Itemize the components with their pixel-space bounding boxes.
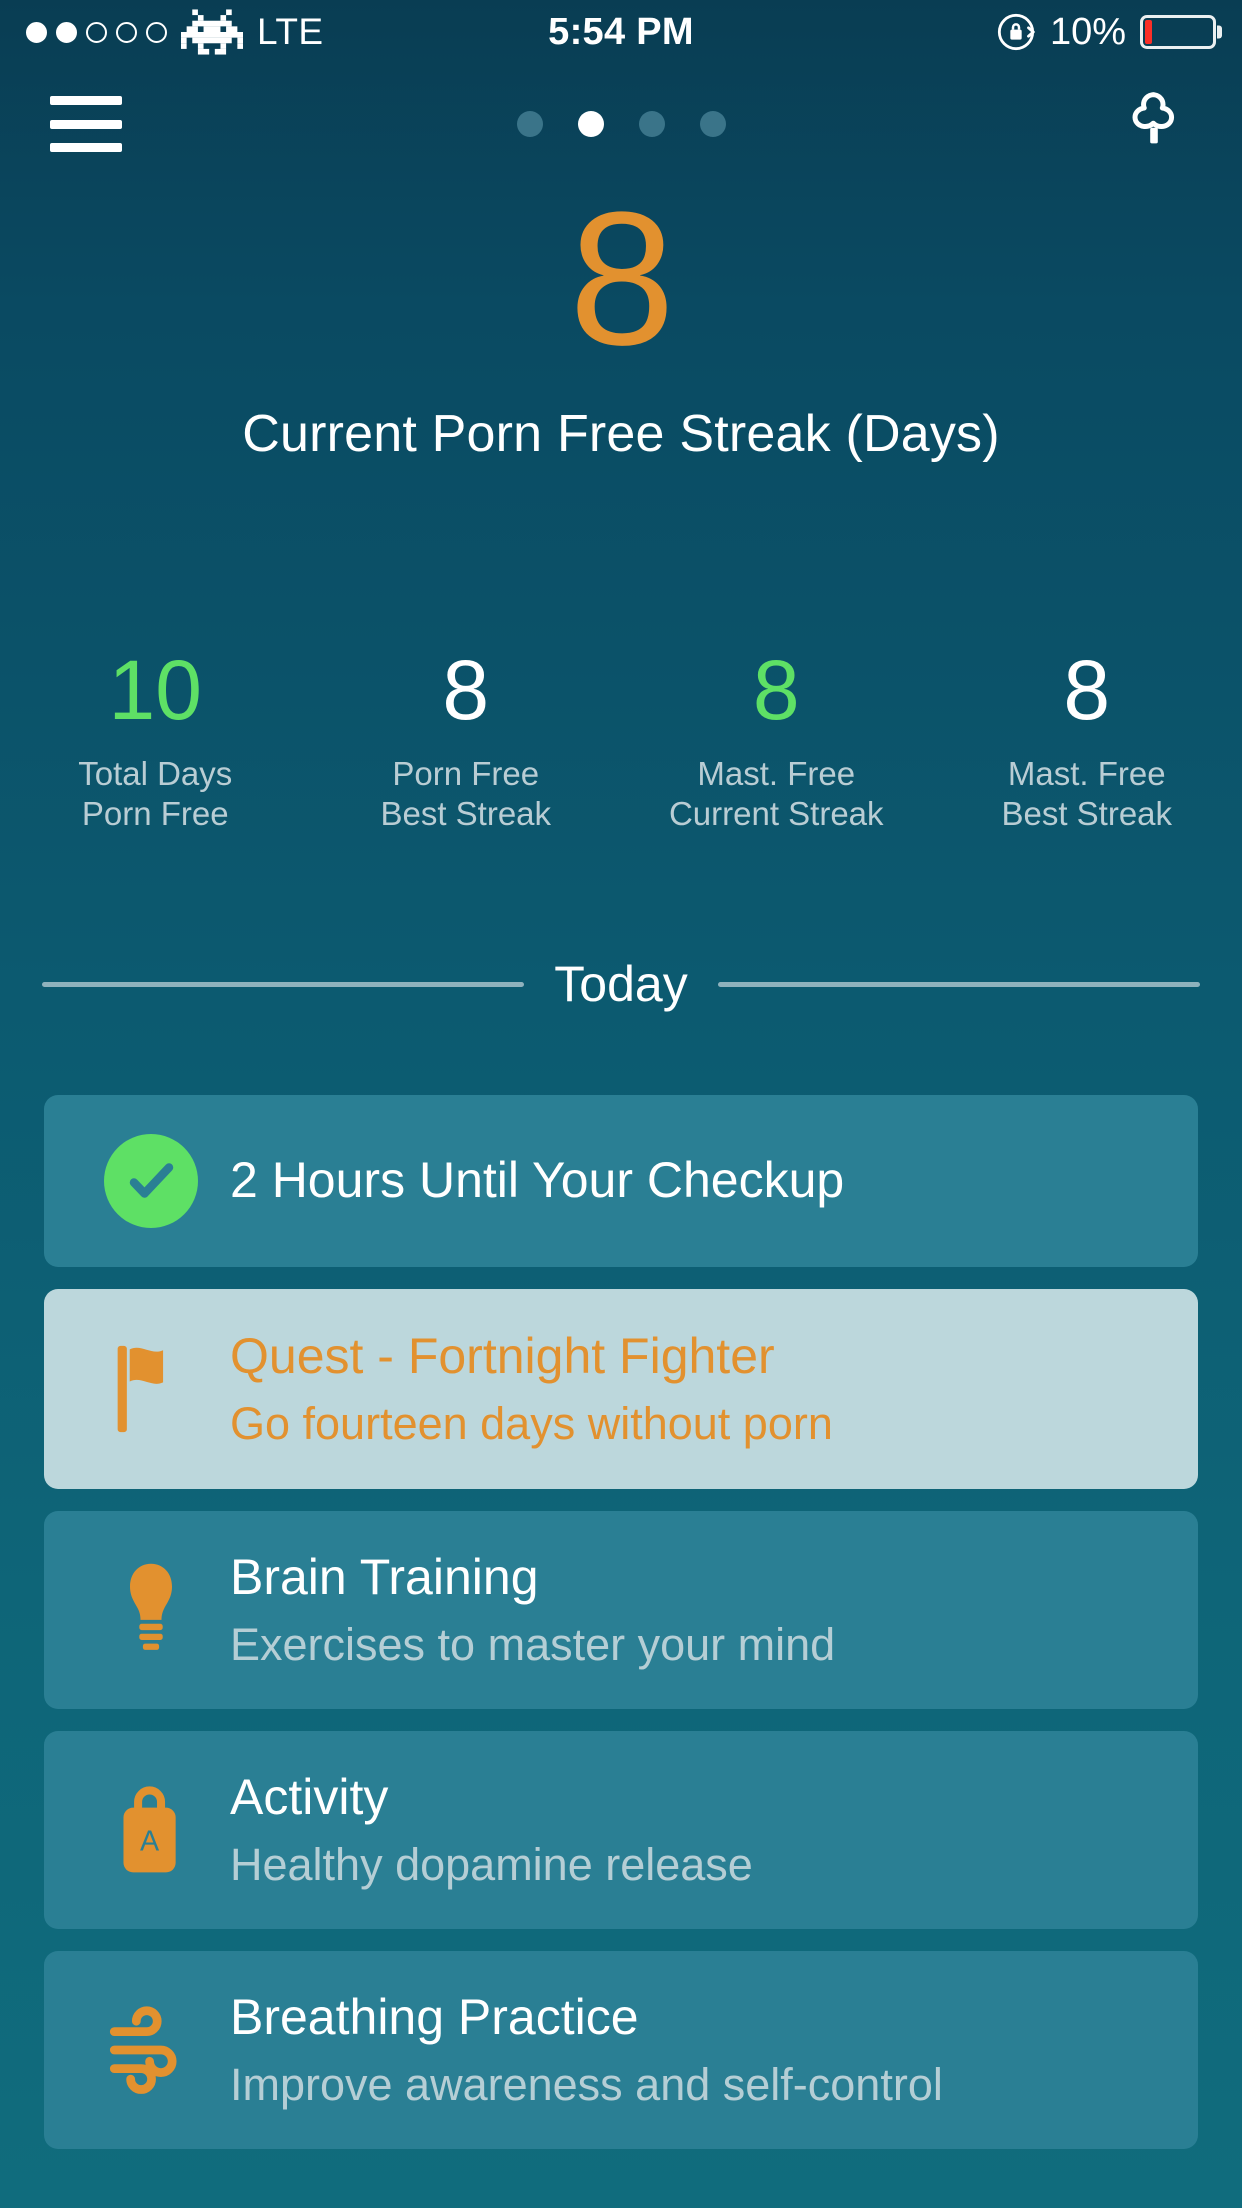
page-dot-active[interactable] (577, 111, 604, 137)
hero-streak-label: Current Porn Free Streak (Days) (242, 405, 1000, 463)
card-checkup[interactable]: 2 Hours Until Your Checkup (44, 1095, 1198, 1267)
nav-bar (0, 64, 1242, 184)
card-text: 2 Hours Until Your Checkup (210, 1152, 844, 1210)
card-text: Brain Training Exercises to master your … (210, 1549, 835, 1670)
card-icon-slot (92, 1558, 210, 1662)
battery-percent-label: 10% (1049, 10, 1126, 53)
divider-right (717, 981, 1200, 987)
card-title: Activity (230, 1769, 389, 1826)
wind-icon (109, 2006, 177, 2094)
carrier-label: LTE (257, 11, 324, 52)
divider-left (42, 981, 525, 987)
stat-total-days-porn-free[interactable]: 10 Total Days Porn Free (0, 648, 311, 835)
card-subtitle: Go fourteen days without porn (230, 1397, 833, 1449)
lightbulb-icon (130, 1563, 172, 1650)
stats-row: 10 Total Days Porn Free 8 Porn Free Best… (0, 648, 1242, 835)
card-breathing-practice[interactable]: Breathing Practice Improve awareness and… (44, 1951, 1198, 2149)
rotation-lock-icon (997, 13, 1035, 51)
tree-icon (1132, 91, 1175, 143)
flag-icon (117, 1345, 164, 1433)
page-dot[interactable] (516, 111, 543, 137)
stat-label: Mast. Free Best Streak (1001, 755, 1173, 833)
stat-mast-free-current-streak[interactable]: 8 Mast. Free Current Streak (621, 648, 932, 835)
status-bar-right: 10% (621, 11, 1216, 54)
briefcase-icon: A (123, 1786, 176, 1873)
signal-strength-dots (26, 21, 167, 43)
hamburger-menu-icon[interactable] (50, 96, 122, 152)
card-activity[interactable]: A Activity Healthy dopamine release (44, 1731, 1198, 1929)
stat-label: Porn Free Best Streak (380, 755, 552, 833)
stat-label: Mast. Free Current Streak (668, 755, 884, 833)
today-section-header: Today (0, 955, 1242, 1013)
card-icon-slot (92, 1339, 210, 1439)
card-subtitle: Exercises to master your mind (230, 1618, 836, 1670)
card-text: Activity Healthy dopamine release (210, 1769, 753, 1890)
today-label: Today (554, 956, 688, 1012)
card-text: Breathing Practice Improve awareness and… (210, 1989, 943, 2110)
card-title: Breathing Practice (230, 1989, 639, 2046)
page-indicator-dots (0, 111, 1242, 137)
hero-streak-value: 8 (569, 173, 675, 385)
stat-value: 8 (442, 643, 490, 737)
page-dot[interactable] (699, 111, 726, 137)
card-icon-slot (92, 1134, 210, 1228)
battery-icon (1140, 15, 1216, 49)
status-bar-left: LTE (26, 9, 621, 55)
card-brain-training[interactable]: Brain Training Exercises to master your … (44, 1511, 1198, 1709)
check-circle-icon (104, 1134, 198, 1228)
card-subtitle: Improve awareness and self-control (230, 2058, 943, 2110)
status-bar: LTE 5:54 PM 10% (0, 0, 1242, 64)
page-dot[interactable] (638, 111, 665, 137)
card-title: 2 Hours Until Your Checkup (230, 1152, 845, 1209)
card-title: Quest - Fortnight Fighter (230, 1328, 775, 1385)
stat-mast-free-best-streak[interactable]: 8 Mast. Free Best Streak (932, 648, 1242, 835)
card-icon-slot (92, 2004, 210, 2096)
tree-icon-button[interactable] (1116, 84, 1192, 165)
hero-streak: 8 Current Porn Free Streak (Days) (0, 184, 1242, 464)
battery-fill (1145, 20, 1152, 44)
stat-value: 8 (752, 643, 800, 737)
today-card-list: 2 Hours Until Your Checkup Quest - Fortn… (0, 1095, 1242, 2171)
card-quest[interactable]: Quest - Fortnight Fighter Go fourteen da… (44, 1289, 1198, 1489)
card-subtitle: Healthy dopamine release (230, 1838, 753, 1890)
card-title: Brain Training (230, 1549, 539, 1606)
card-text: Quest - Fortnight Fighter Go fourteen da… (210, 1328, 833, 1449)
stat-porn-free-best-streak[interactable]: 8 Porn Free Best Streak (311, 648, 622, 835)
stat-label: Total Days Porn Free (78, 755, 233, 833)
app-root: LTE 5:54 PM 10% 8 Current Porn Free Stre… (0, 0, 1242, 2208)
card-icon-slot: A (92, 1780, 210, 1880)
svg-text:A: A (140, 1826, 160, 1858)
space-invader-icon (181, 9, 243, 55)
stat-value: 8 (1063, 643, 1111, 737)
stat-value: 10 (108, 643, 202, 737)
